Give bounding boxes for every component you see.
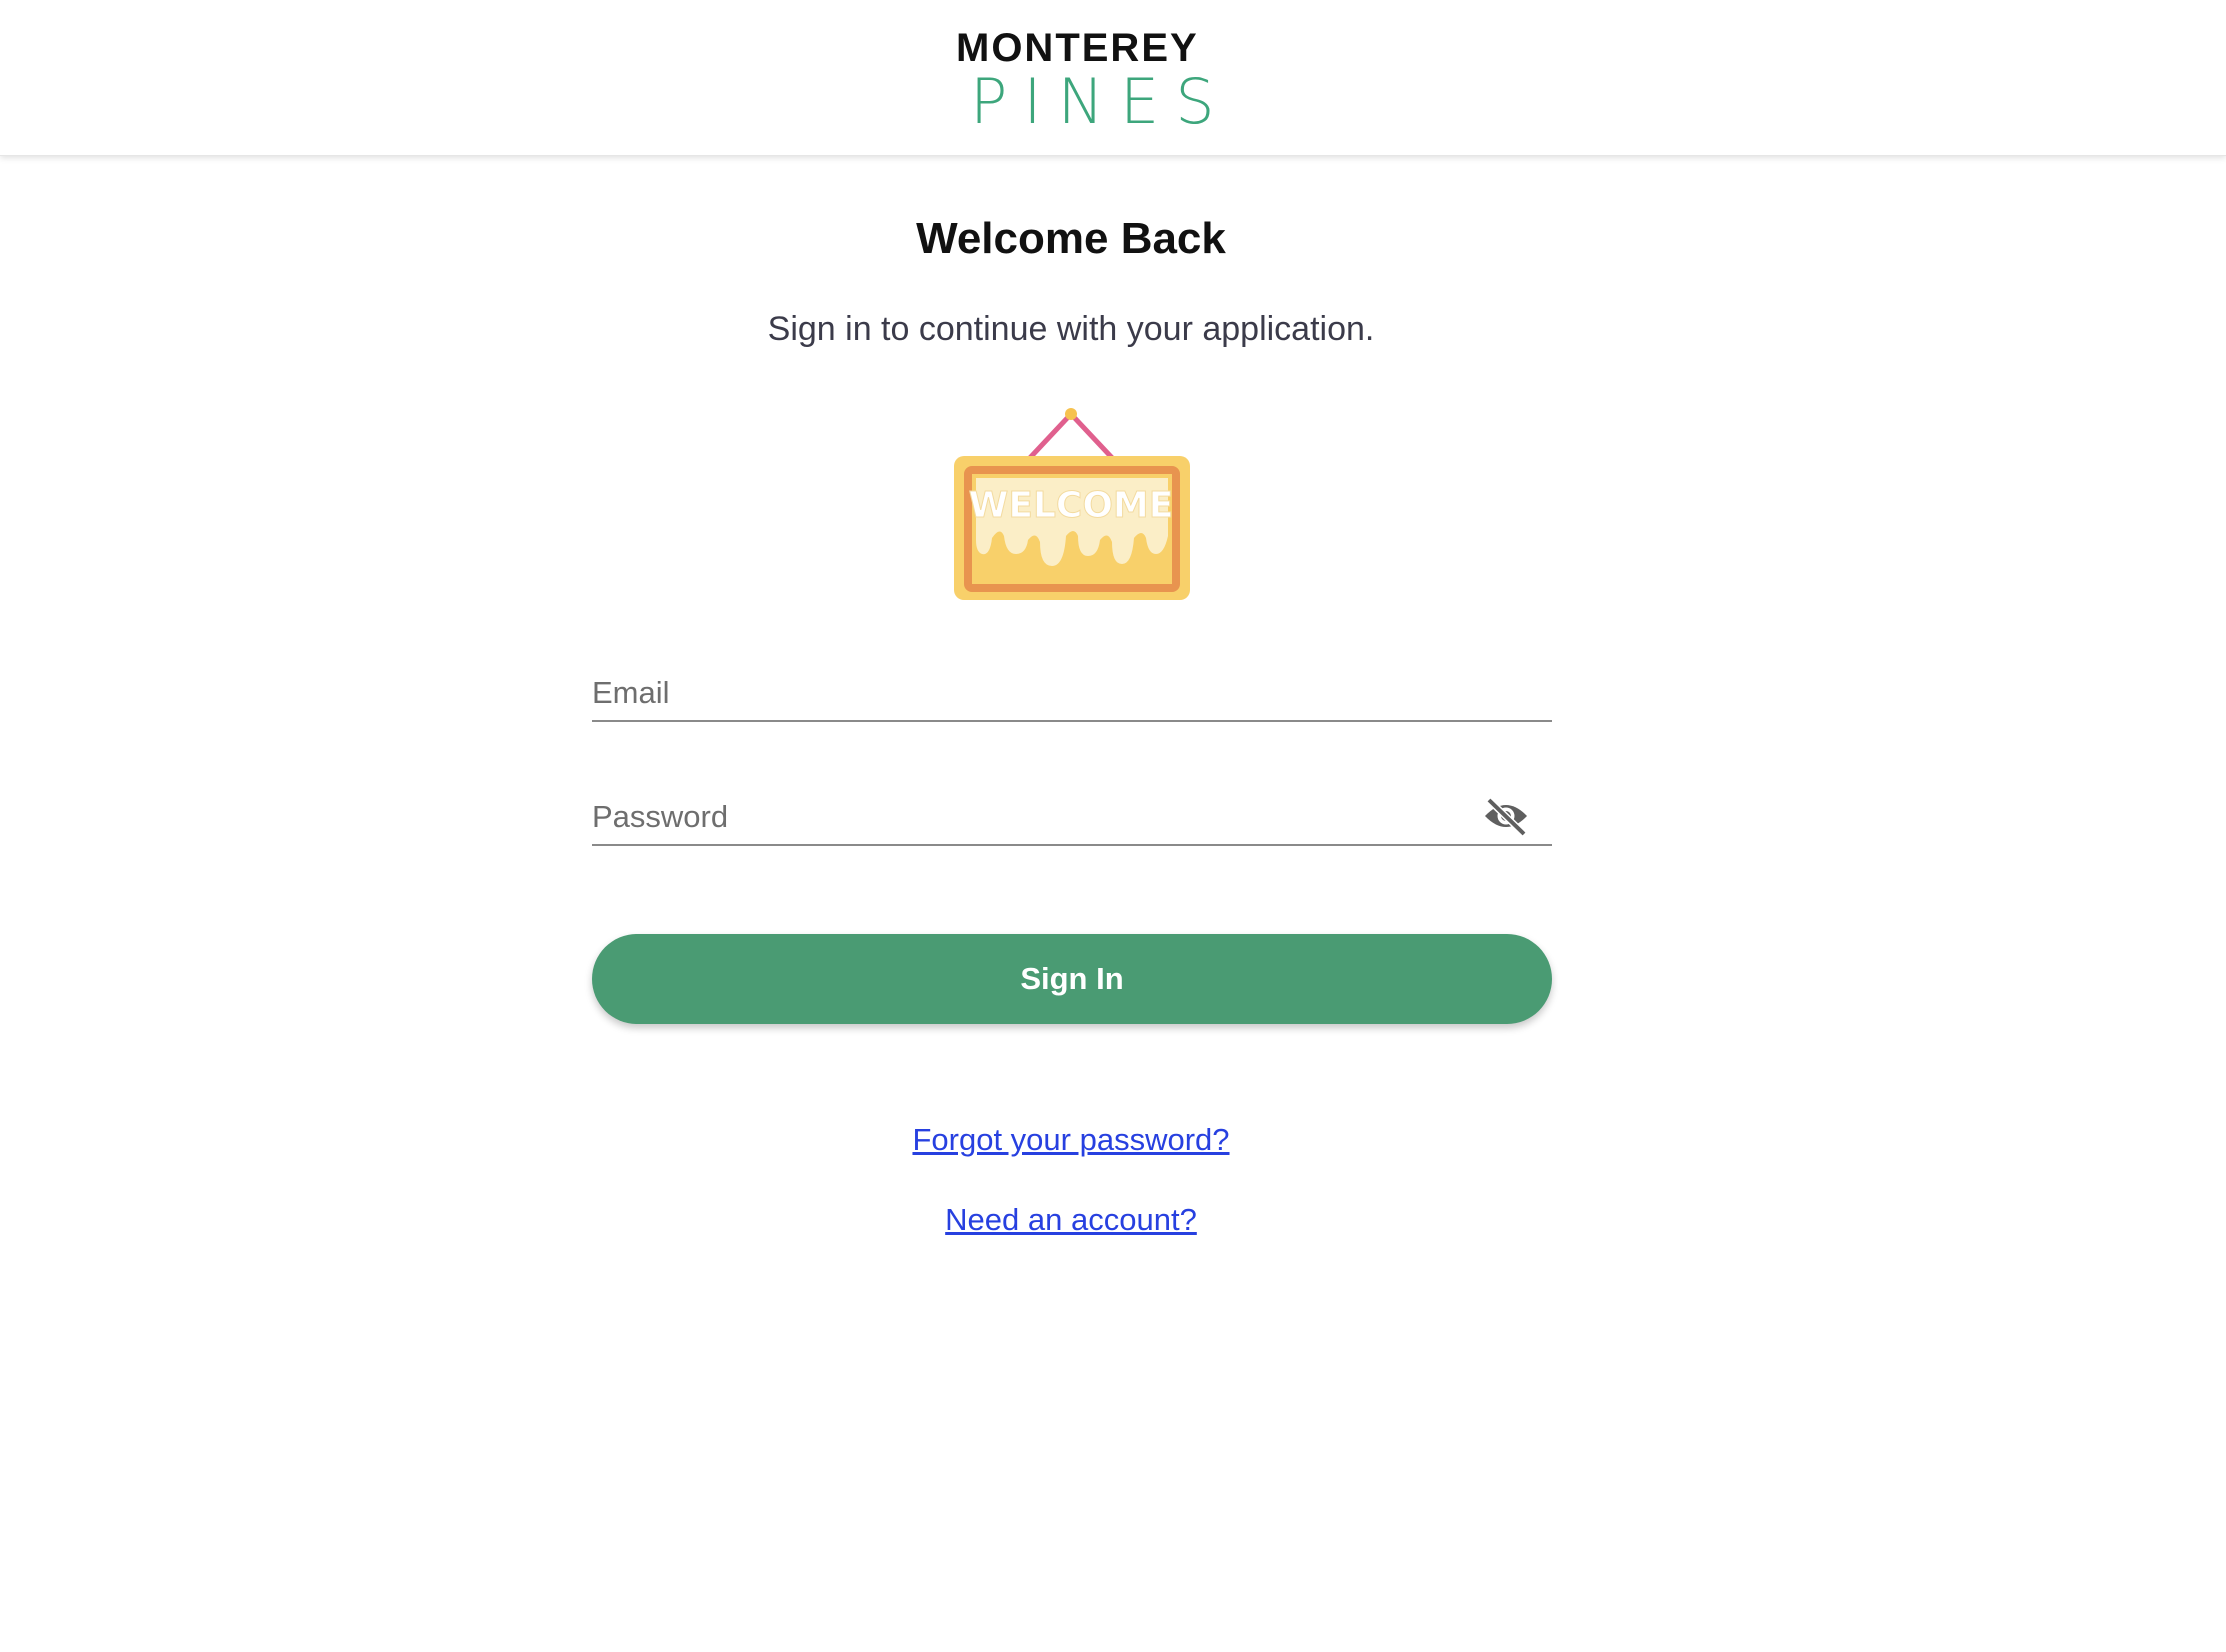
sign-in-page: Welcome Back Sign in to continue with yo… [0,156,2226,1652]
brand-name-bottom: PINES [970,65,1231,138]
brand-logo[interactable]: MONTEREY PINES [956,26,1231,138]
password-input[interactable] [592,776,1552,844]
eye-slash-icon[interactable] [1482,796,1530,836]
page-subtitle: Sign in to continue with your applicatio… [767,310,1375,348]
welcome-sign-text: WELCOME [969,485,1174,526]
page-title: Welcome Back [916,214,1226,263]
need-account-link-row: Need an account? [0,1202,2142,1238]
forgot-password-link-row: Forgot your password? [0,1122,2142,1158]
email-input[interactable] [592,652,1552,720]
forgot-password-link[interactable]: Forgot your password? [912,1122,1229,1157]
email-field[interactable] [592,652,1552,722]
welcome-sign-icon: WELCOME [954,408,1190,600]
brand-name-top: MONTEREY [956,26,1199,70]
password-field[interactable] [592,776,1552,846]
top-bar: MONTEREY PINES [0,0,2226,156]
sign-in-button[interactable]: Sign In [592,934,1552,1024]
need-account-link[interactable]: Need an account? [945,1202,1197,1237]
